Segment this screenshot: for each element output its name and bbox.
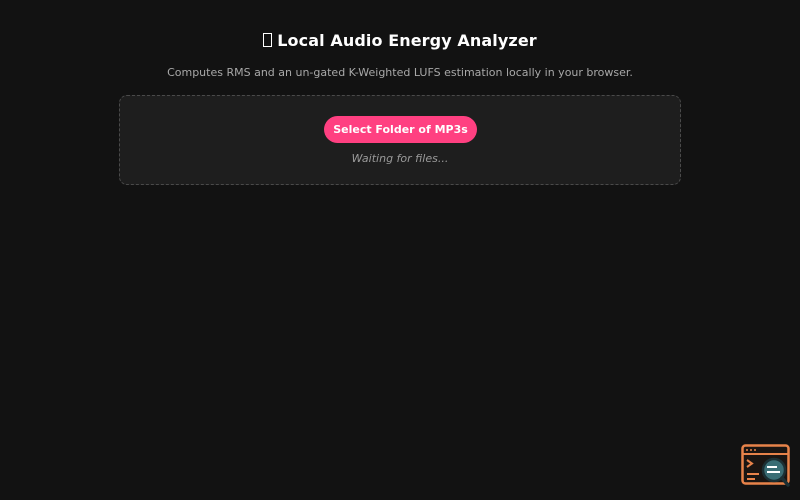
page-title: Local Audio Energy Analyzer: [0, 28, 800, 54]
code-inspect-widget[interactable]: [741, 444, 791, 488]
page-title-text: Local Audio Energy Analyzer: [277, 31, 537, 50]
select-folder-button[interactable]: Select Folder of MP3s: [324, 116, 477, 143]
app-page: Local Audio Energy Analyzer Computes RMS…: [0, 0, 800, 500]
page-header: Local Audio Energy Analyzer Computes RMS…: [0, 28, 800, 80]
file-drop-zone: Select Folder of MP3s Waiting for files.…: [119, 95, 681, 185]
page-subtitle: Computes RMS and an un-gated K-Weighted …: [167, 66, 633, 79]
missing-glyph-icon: [263, 33, 273, 47]
code-inspect-icon: [741, 444, 790, 487]
status-text: Waiting for files...: [351, 152, 449, 165]
